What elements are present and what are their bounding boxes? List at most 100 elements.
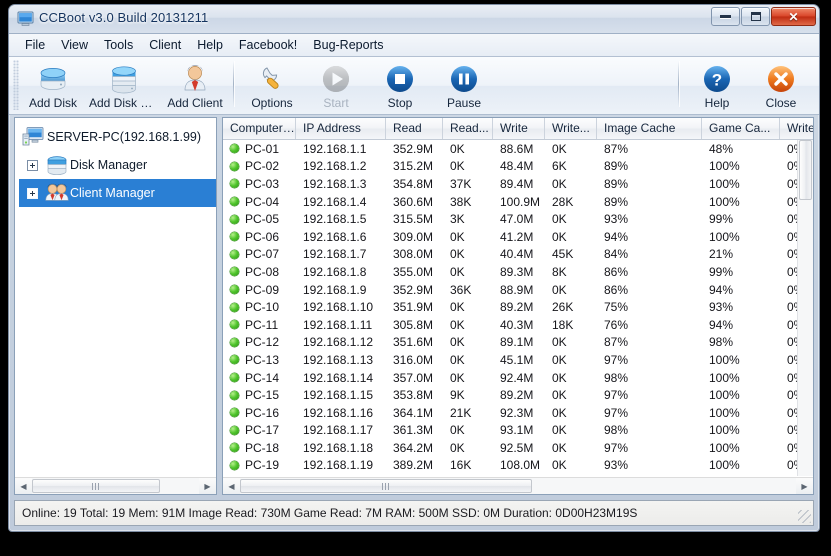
table-row[interactable]: PC-02 192.168.1.2 315.2M 0K 48.4M 6K 89% 100% 0% [223, 158, 813, 176]
pause-button[interactable]: Pause [432, 57, 496, 111]
table-row[interactable]: PC-08 192.168.1.8 355.0M 0K 89.3M 8K 86% 99% 0% [223, 263, 813, 281]
cell-text: PC-12 [245, 335, 280, 350]
table-row[interactable]: PC-13 192.168.1.13 316.0M 0K 45.1M 0K 97% 100% 0… [223, 351, 813, 369]
add-disk-group-button[interactable]: Add Disk Gr... [85, 57, 163, 111]
cell-read: 364.1M [386, 406, 443, 420]
table-vertical-scrollbar[interactable] [797, 140, 813, 476]
tree-horizontal-scrollbar[interactable]: ◀ ▶ [15, 477, 216, 494]
add-disk-button[interactable]: Add Disk [21, 57, 85, 111]
table-row[interactable]: PC-11 192.168.1.11 305.8M 0K 40.3M 18K 76% 94% 0… [223, 316, 813, 334]
minimize-button[interactable] [711, 7, 740, 26]
cell-text: 192.168.1.5 [303, 212, 367, 227]
table-row[interactable]: PC-18 192.168.1.18 364.2M 0K 92.5M 0K 97% 100% 0… [223, 439, 813, 457]
table-row[interactable]: PC-10 192.168.1.10 351.9M 0K 89.2M 26K 75% 93% 0… [223, 298, 813, 316]
table-row[interactable]: PC-01 192.168.1.1 352.9M 0K 88.6M 0K 87% 48% 0% [223, 140, 813, 158]
cell-text: 28K [552, 194, 574, 209]
cell-computer-name: PC-19 [223, 458, 296, 472]
table-row[interactable]: PC-05 192.168.1.5 315.5M 3K 47.0M 0K 93% 99% 0% [223, 210, 813, 228]
cell-text: 87% [604, 141, 629, 156]
close-toolbar-label: Close [765, 96, 797, 110]
scroll-thumb[interactable] [32, 479, 160, 493]
add-client-button[interactable]: Add Client [163, 57, 227, 111]
table-row[interactable]: PC-17 192.168.1.17 361.3M 0K 93.1M 0K 98% 100% 0… [223, 422, 813, 440]
cell-text: PC-17 [245, 423, 280, 438]
scroll-track[interactable] [240, 478, 796, 494]
expand-icon-disk-manager[interactable] [27, 159, 38, 171]
toolbar-grip[interactable] [13, 60, 19, 110]
cell-text: 93.1M [500, 423, 534, 438]
clients-icon [44, 182, 70, 204]
column-read[interactable]: Read [386, 118, 443, 139]
table-row[interactable]: PC-19 192.168.1.19 389.2M 16K 108.0M 0K 93% 100… [223, 457, 813, 475]
scroll-left-arrow[interactable]: ◀ [15, 478, 32, 494]
tree-node-server-pc[interactable]: SERVER-PC(192.168.1.99) [19, 123, 216, 151]
menu-facebook[interactable]: Facebook! [231, 35, 305, 56]
scroll-right-arrow[interactable]: ▶ [796, 478, 813, 494]
menu-help[interactable]: Help [189, 35, 231, 56]
cell-game-cache: 99% [702, 212, 780, 226]
table-row[interactable]: PC-12 192.168.1.12 351.6M 0K 89.1M 0K 87% 98% 0% [223, 334, 813, 352]
scroll-thumb[interactable] [240, 479, 532, 493]
scroll-right-arrow[interactable]: ▶ [199, 478, 216, 494]
table-row[interactable]: PC-04 192.168.1.4 360.6M 38K 100.9M 28K 89% 100… [223, 193, 813, 211]
start-button[interactable]: Start [304, 57, 368, 111]
table-row[interactable]: PC-16 192.168.1.16 364.1M 21K 92.3M 0K 97% 100%… [223, 404, 813, 422]
column-write-speed[interactable]: Write... [545, 118, 597, 139]
menu-tools[interactable]: Tools [96, 35, 141, 56]
column-image-cache[interactable]: Image Cache [597, 118, 702, 139]
cell-text: 21% [709, 247, 734, 262]
scroll-track[interactable] [32, 478, 199, 494]
column-write[interactable]: Write [493, 118, 545, 139]
scroll-grip-icon [382, 482, 390, 490]
help-button[interactable]: ? Help [685, 57, 749, 111]
hard-disk-icon [36, 62, 70, 95]
cell-text: 0K [450, 229, 465, 244]
scroll-left-arrow[interactable]: ◀ [223, 478, 240, 494]
cell-text: 100% [709, 458, 740, 473]
cell-ip-address: 192.168.1.11 [296, 318, 386, 332]
cell-image-cache: 87% [597, 142, 702, 156]
stop-button[interactable]: Stop [368, 57, 432, 111]
expand-icon-client-manager[interactable] [27, 187, 38, 199]
cell-text: PC-19 [245, 458, 280, 473]
menu-client[interactable]: Client [141, 35, 189, 56]
cell-text: 100% [709, 194, 740, 209]
cell-write: 89.3M [493, 265, 545, 279]
table-row[interactable]: PC-14 192.168.1.14 357.0M 0K 92.4M 0K 98% 100% 0… [223, 369, 813, 387]
stop-label: Stop [387, 96, 413, 110]
table-row[interactable]: PC-03 192.168.1.3 354.8M 37K 89.4M 0K 89% 100% 0… [223, 175, 813, 193]
cell-read: 389.2M [386, 458, 443, 472]
maximize-button[interactable] [741, 7, 770, 26]
cell-text: 0K [552, 423, 567, 438]
table-row[interactable]: PC-09 192.168.1.9 352.9M 36K 88.9M 0K 86% 94% 0% [223, 281, 813, 299]
vertical-scroll-thumb[interactable] [799, 140, 812, 200]
table-horizontal-scrollbar[interactable]: ◀ ▶ [223, 477, 813, 494]
close-button[interactable]: ✕ [771, 7, 816, 26]
tree-node-client-manager[interactable]: Client Manager [19, 179, 216, 207]
column-ip-address[interactable]: IP Address [296, 118, 386, 139]
cell-text: 97% [604, 388, 629, 403]
cell-write: 92.5M [493, 441, 545, 455]
cell-image-cache: 93% [597, 212, 702, 226]
column-write-back[interactable]: Write-b... [780, 118, 813, 139]
cell-text: 192.168.1.10 [303, 300, 374, 315]
options-button[interactable]: Options [240, 57, 304, 111]
column-read-speed[interactable]: Read... [443, 118, 493, 139]
tree-node-disk-manager[interactable]: Disk Manager [19, 151, 216, 179]
close-toolbar-button[interactable]: Close [749, 57, 813, 111]
menu-file[interactable]: File [17, 35, 53, 56]
menu-bug-reports[interactable]: Bug-Reports [305, 35, 391, 56]
resize-grip-icon[interactable] [798, 510, 811, 523]
window-title: CCBoot v3.0 Build 20131211 [39, 10, 209, 25]
menu-view[interactable]: View [53, 35, 96, 56]
table-row[interactable]: PC-15 192.168.1.15 353.8M 9K 89.2M 0K 97% 100% 0… [223, 386, 813, 404]
cell-text: 94% [709, 282, 734, 297]
column-computer-name[interactable]: Computer ... [223, 118, 296, 139]
table-row[interactable]: PC-06 192.168.1.6 309.0M 0K 41.2M 0K 94% 100% 0% [223, 228, 813, 246]
column-game-cache[interactable]: Game Ca... [702, 118, 780, 139]
cell-read-speed: 16K [443, 458, 493, 472]
cell-text: 98% [604, 423, 629, 438]
status-online-icon [230, 425, 239, 435]
status-online-icon [230, 249, 239, 259]
table-row[interactable]: PC-07 192.168.1.7 308.0M 0K 40.4M 45K 84% 21% 0% [223, 246, 813, 264]
